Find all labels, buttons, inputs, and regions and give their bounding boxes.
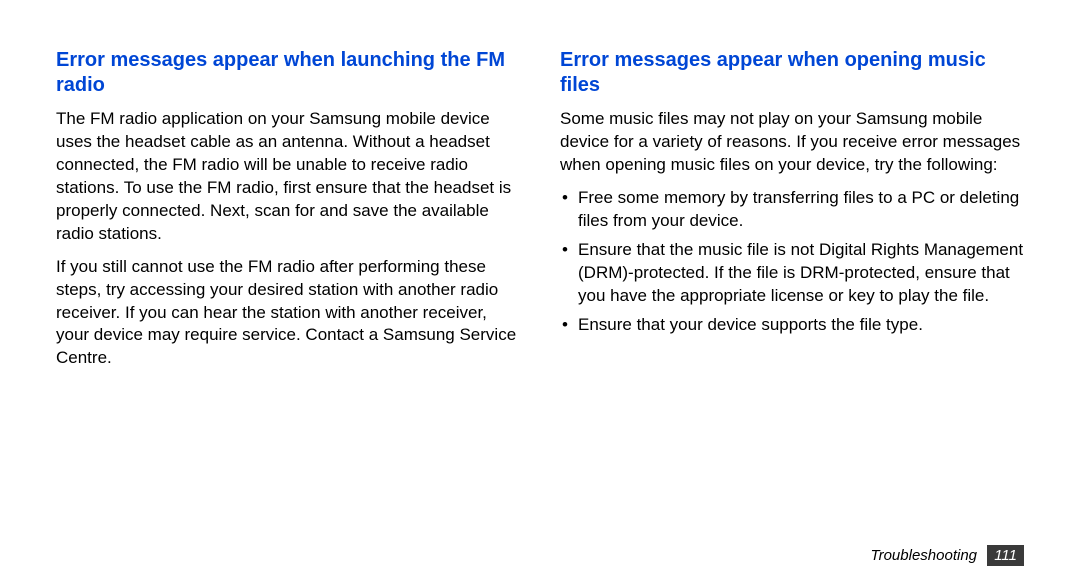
music-files-bullets: Free some memory by transferring files t… (560, 187, 1024, 337)
fm-radio-para-2: If you still cannot use the FM radio aft… (56, 256, 520, 371)
fm-radio-para-1: The FM radio application on your Samsung… (56, 108, 520, 246)
footer-section-label: Troubleshooting (871, 547, 977, 564)
footer-page-number: 111 (987, 545, 1024, 566)
music-files-para-1: Some music files may not play on your Sa… (560, 108, 1024, 177)
bullet-item: Free some memory by transferring files t… (560, 187, 1024, 233)
bullet-item: Ensure that your device supports the fil… (560, 314, 1024, 337)
bullet-item: Ensure that the music file is not Digita… (560, 239, 1024, 308)
page-footer: Troubleshooting 111 (871, 545, 1024, 566)
page-content: Error messages appear when launching the… (56, 48, 1024, 380)
left-column: Error messages appear when launching the… (56, 48, 520, 380)
music-files-heading: Error messages appear when opening music… (560, 48, 1024, 98)
right-column: Error messages appear when opening music… (560, 48, 1024, 380)
fm-radio-heading: Error messages appear when launching the… (56, 48, 520, 98)
